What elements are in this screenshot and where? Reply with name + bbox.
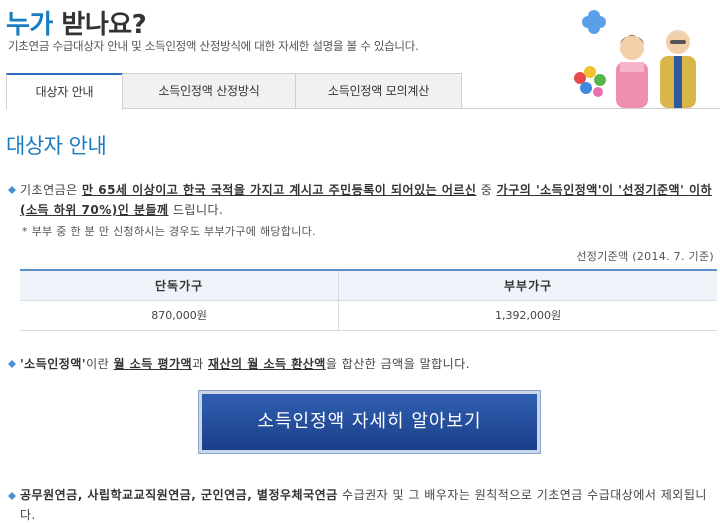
eligibility-suffix: 드립니다. bbox=[168, 203, 224, 217]
tab-income-simulation[interactable]: 소득인정액 모의계산 bbox=[295, 73, 462, 109]
bullet-icon bbox=[8, 360, 16, 368]
eligibility-prefix: 기초연금은 bbox=[20, 183, 83, 197]
eligibility-text: 기초연금은 만 65세 이상이고 한국 국적을 가지고 계시고 주민등록이 되어… bbox=[20, 180, 718, 220]
exclusion-text: 공무원연금, 사립학교교직원연금, 군인연금, 별정우체국연금 수급권자 및 그… bbox=[20, 485, 718, 523]
page-header: 누가 받나요? 기초연금 수급대상자 안내 및 소득인정액 산정방식에 대한 자… bbox=[0, 0, 720, 110]
definition-property-income: 재산의 월 소득 환산액 bbox=[207, 357, 326, 371]
page-title: 누가 받나요? bbox=[6, 4, 147, 41]
value-couple-household: 1,392,000원 bbox=[338, 300, 717, 331]
table-row: 870,000원 1,392,000원 bbox=[20, 300, 717, 331]
value-single-household: 870,000원 bbox=[20, 300, 340, 331]
definition-text-2: 과 bbox=[192, 357, 208, 371]
standard-amount-label: 선정기준액 (2014. 7. 기준) bbox=[576, 250, 714, 263]
bullet-icon bbox=[8, 492, 16, 500]
header-single-household: 단독가구 bbox=[20, 270, 340, 301]
definition-term: '소득인정액' bbox=[20, 357, 87, 371]
definition-text-3: 을 합산한 금액을 말합니다. bbox=[325, 357, 471, 371]
header-couple-household: 부부가구 bbox=[338, 270, 717, 301]
definition-monthly-income: 월 소득 평가액 bbox=[113, 357, 193, 371]
tab-bar: 대상자 안내 소득인정액 산정방식 소득인정액 모의계산 bbox=[6, 73, 720, 110]
tab-income-calculation-method[interactable]: 소득인정액 산정방식 bbox=[122, 73, 296, 109]
income-details-button[interactable]: 소득인정액 자세히 알아보기 bbox=[198, 390, 541, 454]
eligibility-mid: 중 bbox=[476, 183, 497, 197]
page-title-rest: 받나요? bbox=[52, 10, 147, 40]
table-header-row: 단독가구 부부가구 bbox=[20, 270, 717, 301]
tab-eligibility[interactable]: 대상자 안내 bbox=[6, 73, 123, 110]
bullet-icon bbox=[8, 186, 16, 194]
page-description: 기초연금 수급대상자 안내 및 소득인정액 산정방식에 대한 자세한 설명을 볼… bbox=[8, 39, 419, 53]
eligibility-condition-age: 만 65세 이상이고 한국 국적을 가지고 계시고 주민등록이 되어있는 어르신 bbox=[82, 183, 477, 197]
couple-note: * 부부 중 한 분 만 신청하시는 경우도 부부가구에 해당합니다. bbox=[22, 225, 316, 238]
definition-text-1: 이란 bbox=[86, 357, 114, 371]
income-threshold-table: 단독가구 부부가구 870,000원 1,392,000원 bbox=[20, 269, 717, 331]
exclusion-pensions: 공무원연금, 사립학교교직원연금, 군인연금, 별정우체국연금 bbox=[20, 488, 338, 502]
section-title: 대상자 안내 bbox=[6, 134, 107, 158]
income-definition-text: '소득인정액'이란 월 소득 평가액과 재산의 월 소득 환산액을 합산한 금액… bbox=[20, 354, 718, 374]
page-title-accent: 누가 bbox=[6, 10, 53, 40]
